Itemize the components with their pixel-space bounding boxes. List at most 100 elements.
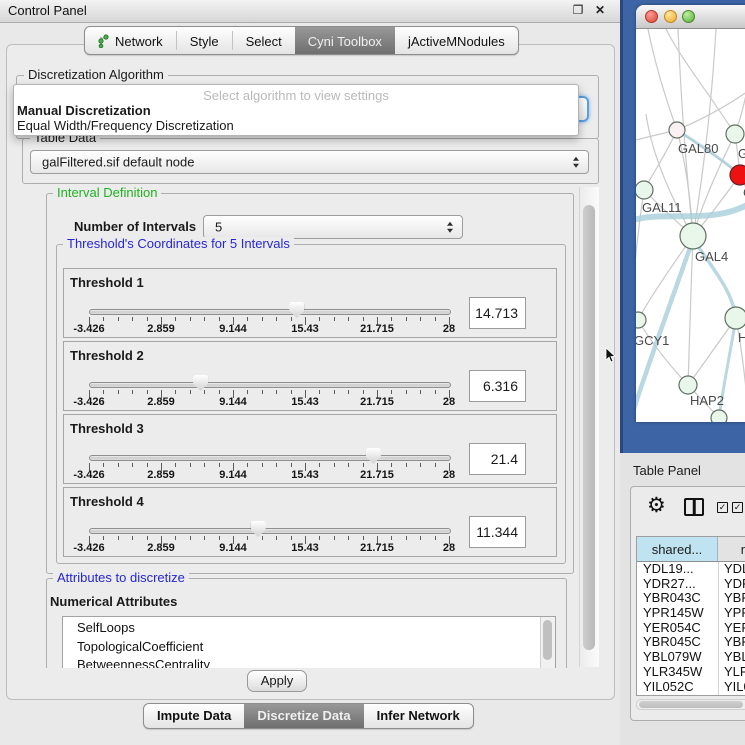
table-row[interactable]: YDR27... YDR2 bbox=[637, 577, 745, 592]
network-view-window[interactable]: GAL80GAGAL11CGAL4GCY1HHAP2 bbox=[636, 5, 745, 422]
network-node[interactable] bbox=[679, 376, 697, 394]
threshold-4-slider-handle[interactable] bbox=[251, 521, 266, 537]
column-header-shared[interactable]: shared... bbox=[637, 537, 718, 562]
threshold-3-slider-track[interactable] bbox=[89, 455, 451, 461]
cell-name[interactable]: YER0 bbox=[724, 621, 745, 636]
network-node[interactable] bbox=[711, 410, 727, 422]
network-node[interactable] bbox=[725, 307, 745, 329]
scrollbar-thumb[interactable] bbox=[639, 701, 743, 708]
cell-name[interactable]: YBL0 bbox=[724, 650, 745, 665]
threshold-4-slider-track[interactable] bbox=[89, 528, 451, 534]
table-row[interactable]: YLR345W YLR3 bbox=[637, 665, 745, 680]
table-horizontal-scrollbar[interactable] bbox=[636, 699, 745, 710]
close-traffic-light-icon[interactable] bbox=[645, 10, 658, 23]
cell-shared-name[interactable]: YPR145W bbox=[643, 606, 704, 621]
cell-shared-name[interactable]: YLR345W bbox=[643, 665, 702, 680]
checkbox-icon[interactable]: ✓ bbox=[732, 502, 743, 513]
tab-jactivemnodules[interactable]: jActiveMNodules bbox=[395, 27, 518, 54]
network-canvas[interactable]: GAL80GAGAL11CGAL4GCY1HHAP2 bbox=[636, 29, 745, 422]
cell-name[interactable]: YBR0 bbox=[724, 635, 745, 650]
threshold-4-value-field[interactable]: 11.344 bbox=[469, 516, 526, 548]
table-row[interactable]: YBR045C YBR0 bbox=[637, 635, 745, 650]
attribute-list-item[interactable]: BetweennessCentrality bbox=[77, 656, 555, 668]
zoom-traffic-light-icon[interactable] bbox=[682, 10, 695, 23]
threshold-1-value-field[interactable]: 14.713 bbox=[469, 297, 526, 329]
network-edge[interactable] bbox=[648, 29, 677, 130]
network-node[interactable] bbox=[726, 125, 744, 143]
threshold-2-slider-track[interactable] bbox=[89, 382, 451, 388]
network-window-titlebar[interactable] bbox=[636, 5, 745, 29]
tab-select-label: Select bbox=[246, 34, 282, 49]
table-data-combobox[interactable]: galFiltered.sif default node bbox=[30, 150, 589, 174]
apply-button[interactable]: Apply bbox=[247, 670, 307, 692]
cell-name[interactable]: YLR3 bbox=[724, 665, 745, 680]
network-node[interactable] bbox=[680, 223, 706, 249]
tick-label: 21.715 bbox=[360, 469, 394, 481]
cell-name[interactable]: YDL1 bbox=[724, 562, 745, 577]
table-row[interactable]: YBL079W YBL0 bbox=[637, 650, 745, 665]
tick-label: -3.426 bbox=[73, 396, 104, 408]
network-edge[interactable] bbox=[693, 29, 716, 236]
attributes-list-scrollbar[interactable] bbox=[540, 617, 555, 668]
threshold-2-value-field[interactable]: 6.316 bbox=[469, 370, 526, 402]
threshold-3-value-field[interactable]: 21.4 bbox=[469, 443, 526, 475]
threshold-2-slider-handle[interactable] bbox=[193, 375, 208, 391]
tab-style[interactable]: Style bbox=[177, 27, 232, 54]
table-row[interactable]: YPR145W YPR1 bbox=[637, 606, 745, 621]
threshold-1-slider-track[interactable] bbox=[89, 309, 451, 315]
cell-shared-name[interactable]: YBR043C bbox=[643, 591, 701, 606]
cell-shared-name[interactable]: YIL052C bbox=[643, 680, 694, 695]
columns-icon[interactable] bbox=[684, 498, 704, 516]
node-attribute-table[interactable]: shared... na YDL19...YDL1YDR27...YDR2YBR… bbox=[636, 536, 745, 696]
network-node[interactable] bbox=[636, 312, 646, 328]
cell-shared-name[interactable]: YER054C bbox=[643, 621, 701, 636]
threshold-1-slider-handle[interactable] bbox=[289, 302, 304, 318]
threshold-4-label: Threshold 4 bbox=[70, 494, 144, 509]
gear-icon[interactable]: ⚙ bbox=[647, 495, 666, 517]
network-edge[interactable] bbox=[638, 236, 693, 320]
number-of-intervals-label: Number of Intervals bbox=[74, 219, 196, 234]
cell-shared-name[interactable]: YBL079W bbox=[643, 650, 702, 665]
minimize-traffic-light-icon[interactable] bbox=[664, 10, 677, 23]
network-node[interactable] bbox=[636, 181, 653, 199]
close-panel-icon[interactable]: ✕ bbox=[592, 2, 608, 18]
tab-cyni-toolbox[interactable]: Cyni Toolbox bbox=[295, 27, 395, 54]
numerical-attributes-list[interactable]: SelfLoopsTopologicalCoefficientBetweenne… bbox=[62, 616, 556, 668]
network-node[interactable] bbox=[730, 165, 745, 185]
threshold-3-slider-handle[interactable] bbox=[366, 448, 381, 464]
table-row[interactable]: YER054C YER0 bbox=[637, 621, 745, 636]
scrollbar-thumb[interactable] bbox=[543, 620, 552, 660]
table-row[interactable]: YDL19... YDL1 bbox=[637, 562, 745, 577]
tick-label: 2.859 bbox=[147, 396, 175, 408]
float-window-icon[interactable]: ❐ bbox=[570, 2, 586, 18]
cell-name[interactable]: YBR0 bbox=[724, 591, 745, 606]
column-header-name[interactable]: na bbox=[718, 537, 745, 562]
popup-item-manual-discretization[interactable]: Manual Discretization bbox=[17, 103, 151, 118]
tab-discretize-data[interactable]: Discretize Data bbox=[244, 704, 363, 728]
network-edge[interactable] bbox=[666, 29, 735, 134]
tab-network[interactable]: Network bbox=[85, 27, 176, 54]
network-node-label: HAP2 bbox=[690, 393, 724, 408]
cell-name[interactable]: YDR2 bbox=[724, 577, 745, 592]
tab-infer-network[interactable]: Infer Network bbox=[364, 704, 473, 728]
network-edge[interactable] bbox=[688, 236, 693, 385]
cell-shared-name[interactable]: YBR045C bbox=[643, 635, 701, 650]
table-row[interactable]: YIL052C YIL0 bbox=[637, 680, 745, 695]
cell-shared-name[interactable]: YDL19... bbox=[643, 562, 694, 577]
cell-shared-name[interactable]: YDR27... bbox=[643, 577, 696, 592]
attribute-list-item[interactable]: TopologicalCoefficient bbox=[77, 638, 555, 657]
network-tab-icon bbox=[98, 34, 110, 48]
tab-impute-data[interactable]: Impute Data bbox=[144, 704, 244, 728]
network-edge[interactable] bbox=[644, 130, 677, 190]
cell-name[interactable]: YPR1 bbox=[724, 606, 745, 621]
top-tab-bar: Network Style Select Cyni Toolbox jActiv… bbox=[84, 26, 519, 55]
network-node[interactable] bbox=[669, 122, 685, 138]
tick-label: 2.859 bbox=[147, 542, 175, 554]
checkbox-icon[interactable]: ✓ bbox=[717, 502, 728, 513]
popup-item-equal-width-frequency[interactable]: Equal Width/Frequency Discretization bbox=[17, 118, 234, 133]
table-row[interactable]: YBR043C YBR0 bbox=[637, 591, 745, 606]
cell-name[interactable]: YIL0 bbox=[724, 680, 745, 695]
tick-label: 15.43 bbox=[291, 323, 319, 335]
tab-select[interactable]: Select bbox=[233, 27, 295, 54]
attribute-list-item[interactable]: SelfLoops bbox=[77, 619, 555, 638]
